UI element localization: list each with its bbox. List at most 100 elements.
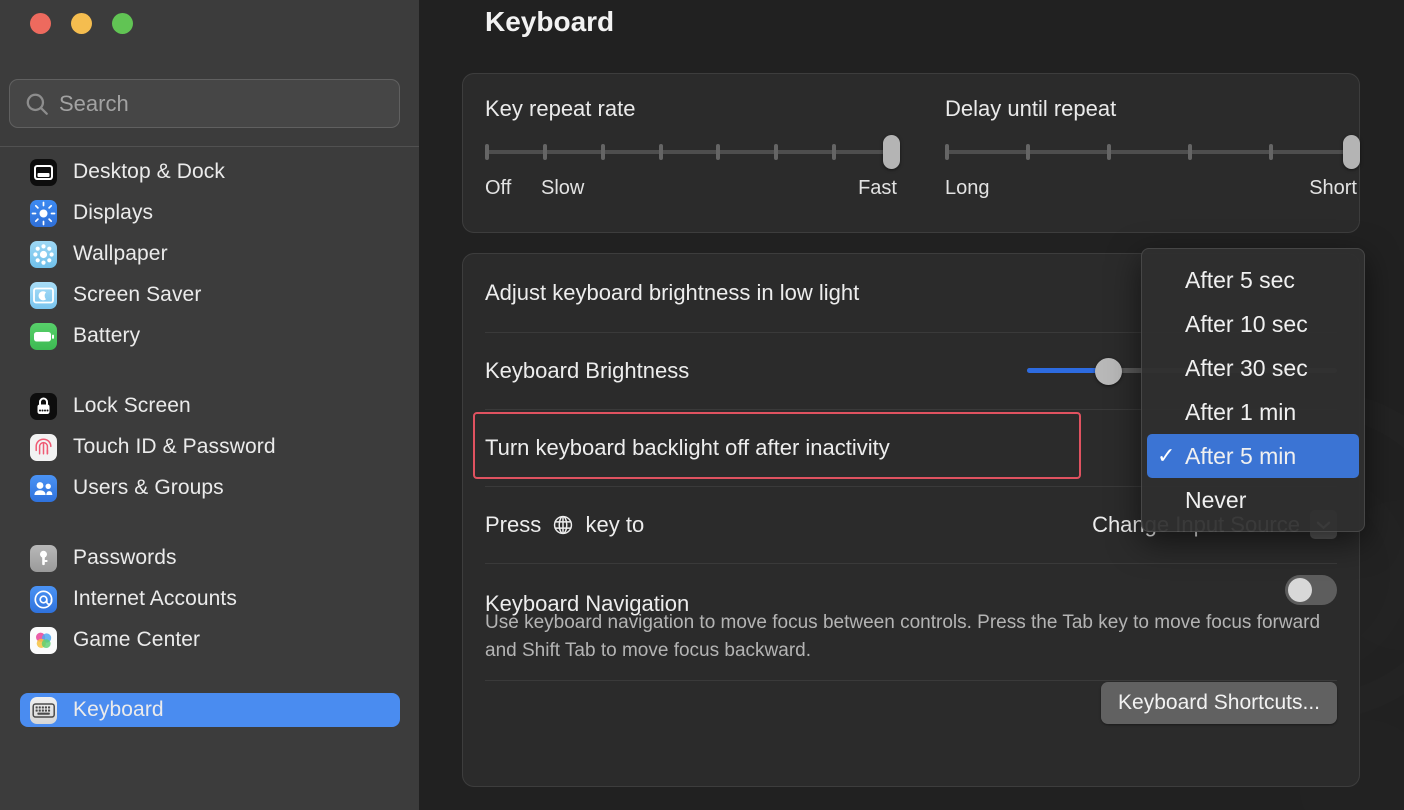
sidebar-item-label: Touch ID & Password xyxy=(73,435,276,458)
keyboard-brightness-label: Keyboard Brightness xyxy=(485,357,690,383)
slider-knob[interactable] xyxy=(883,135,900,169)
dropdown-menu-item[interactable]: ✓ After 5 min xyxy=(1147,434,1359,478)
shortcuts-button-row: Keyboard Shortcuts... xyxy=(463,664,1359,725)
slider-knob[interactable] xyxy=(1343,135,1360,169)
key-repeat-rate-slider[interactable] xyxy=(485,135,900,169)
sidebar-item-label: Internet Accounts xyxy=(73,587,237,610)
sidebar-item-screen-saver[interactable]: Screen Saver xyxy=(20,278,400,312)
sidebar-item-game-center[interactable]: Game Center xyxy=(20,623,400,657)
dropdown-menu-item[interactable]: After 10 sec xyxy=(1147,302,1359,346)
minimize-button[interactable] xyxy=(71,13,92,34)
dropdown-menu-item-label: Never xyxy=(1185,486,1247,513)
zoom-button[interactable] xyxy=(112,13,133,34)
backlight-off-label: Turn keyboard backlight off after inacti… xyxy=(485,434,890,460)
slider-tick xyxy=(1107,144,1111,160)
globe-key-label-before: Press xyxy=(485,511,542,537)
delay-min-label: Long xyxy=(945,177,990,199)
desktop-dock-icon xyxy=(30,158,57,186)
dropdown-menu-item-label: After 5 sec xyxy=(1185,266,1295,293)
key-repeat-min-label: Off xyxy=(485,177,512,199)
sidebar-item-label: Battery xyxy=(73,324,141,347)
dropdown-menu-item-label: After 1 min xyxy=(1185,398,1297,425)
delay-until-repeat-slider[interactable] xyxy=(945,135,1360,169)
dropdown-menu-item[interactable]: After 30 sec xyxy=(1147,346,1359,390)
wallpaper-icon xyxy=(30,240,57,268)
toggle-knob xyxy=(1288,578,1312,602)
page-title: Keyboard xyxy=(485,6,615,37)
slider-knob[interactable] xyxy=(1094,357,1122,385)
delay-until-repeat-endcaps: Long Short xyxy=(945,177,1357,203)
key-repeat-max-label: Fast xyxy=(858,177,897,199)
check-icon: ✓ xyxy=(1157,443,1176,468)
sidebar-item-label: Displays xyxy=(73,201,154,224)
sidebar-nav-list: Desktop & Dock Displays Wallpaper Screen Sa… xyxy=(0,148,419,734)
delay-until-repeat-label: Delay until repeat xyxy=(945,96,1117,121)
search-field[interactable] xyxy=(9,79,400,128)
sidebar-item-desktop-dock[interactable]: Desktop & Dock xyxy=(20,155,400,189)
sidebar-item-label: Users & Groups xyxy=(73,476,224,499)
sidebar-item-displays[interactable]: Displays xyxy=(20,196,400,230)
delay-until-repeat-group: Delay until repeat Long Short xyxy=(945,96,1360,203)
slider-tick xyxy=(945,144,949,160)
sidebar-item-users-groups[interactable]: Users & Groups xyxy=(20,471,400,505)
settings-window: Desktop & Dock Displays Wallpaper Screen Sa… xyxy=(0,0,1404,810)
row-keyboard-navigation[interactable]: Keyboard Navigation xyxy=(463,563,1359,619)
sidebar-item-label: Lock Screen xyxy=(73,394,191,417)
lock-screen-icon xyxy=(30,392,57,420)
row-separator xyxy=(485,680,1337,682)
dropdown-menu-item-label: After 30 sec xyxy=(1185,354,1308,381)
slider-tick xyxy=(832,144,837,160)
row-separator xyxy=(485,563,1337,564)
slider-tick xyxy=(600,144,605,160)
globe-key-label-after: key to xyxy=(585,511,645,537)
globe-key-label: Press key to xyxy=(485,512,644,538)
sidebar-item-lock-screen[interactable]: Lock Screen xyxy=(20,389,400,423)
sidebar-item-internet-accounts[interactable]: Internet Accounts xyxy=(20,582,400,616)
keyboard-navigation-toggle[interactable] xyxy=(1285,575,1337,605)
sidebar-divider xyxy=(0,146,419,147)
dropdown-menu-item[interactable]: Never xyxy=(1147,478,1359,522)
slider-tick xyxy=(716,144,721,160)
dropdown-menu-item-label: After 5 min xyxy=(1185,442,1297,469)
slider-tick xyxy=(774,144,779,160)
sidebar-item-passwords[interactable]: Passwords xyxy=(20,541,400,575)
sidebar-item-label: Screen Saver xyxy=(73,283,202,306)
close-button[interactable] xyxy=(30,13,51,34)
battery-icon xyxy=(30,322,57,350)
internet-accounts-icon xyxy=(30,585,57,613)
adjust-brightness-label: Adjust keyboard brightness in low light xyxy=(485,280,860,305)
globe-icon xyxy=(554,515,573,534)
slider-tick xyxy=(1269,144,1273,160)
key-repeat-rate-endcaps: Off Slow Fast xyxy=(485,177,897,203)
dropdown-menu-item[interactable]: After 1 min xyxy=(1147,390,1359,434)
sidebar: Desktop & Dock Displays Wallpaper Screen Sa… xyxy=(0,0,420,810)
key-repeat-slow-label: Slow xyxy=(541,177,585,199)
keyboard-navigation-label: Keyboard Navigation xyxy=(485,591,690,616)
keyboard-icon xyxy=(30,696,57,724)
slider-tick xyxy=(485,144,489,160)
sidebar-item-touch-id-password[interactable]: Touch ID & Password xyxy=(20,430,400,464)
sidebar-item-label: Passwords xyxy=(73,546,177,569)
screen-saver-icon xyxy=(30,281,57,309)
sidebar-item-label: Desktop & Dock xyxy=(73,160,225,183)
key-repeat-rate-group: Key repeat rate Off Slow Fast xyxy=(485,96,900,203)
passwords-icon xyxy=(30,544,57,572)
dropdown-menu-item[interactable]: After 5 sec xyxy=(1147,258,1359,302)
keyboard-shortcuts-button[interactable]: Keyboard Shortcuts... xyxy=(1101,682,1337,725)
dropdown-menu-item-label: After 10 sec xyxy=(1185,310,1308,337)
displays-icon xyxy=(30,199,57,227)
backlight-inactivity-dropdown-menu[interactable]: After 5 sec After 10 sec After 30 sec After… xyxy=(1141,248,1365,532)
slider-track xyxy=(945,150,1357,154)
touch-id-icon xyxy=(30,433,57,461)
search-icon xyxy=(26,93,48,115)
sidebar-item-battery[interactable]: Battery xyxy=(20,319,400,353)
sidebar-item-label: Keyboard xyxy=(73,698,164,721)
key-repeat-rate-label: Key repeat rate xyxy=(485,96,636,121)
sidebar-item-wallpaper[interactable]: Wallpaper xyxy=(20,237,400,271)
slider-tick xyxy=(1026,144,1030,160)
search-input[interactable] xyxy=(59,90,399,117)
window-traffic-lights xyxy=(30,13,133,34)
sidebar-item-keyboard[interactable]: Keyboard xyxy=(20,693,400,727)
